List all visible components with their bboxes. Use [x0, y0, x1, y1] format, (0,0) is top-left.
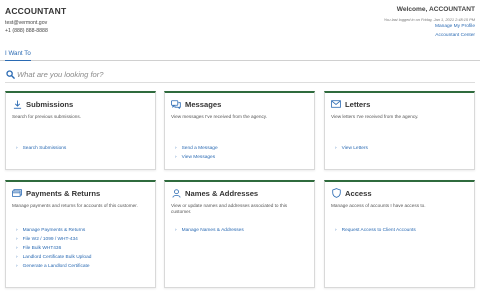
payment-icon: [12, 188, 22, 198]
chevron-right-icon: ›: [16, 246, 18, 251]
search-icon: [6, 70, 15, 79]
chevron-right-icon: ›: [175, 228, 177, 233]
request-access-link[interactable]: › Request Access to Client Accounts: [335, 226, 416, 235]
chat-icon: [171, 99, 181, 109]
card-names-addresses: Names & Addresses View or update names a…: [164, 180, 315, 288]
search-bar: [5, 67, 475, 83]
account-phone: +1 (888) 888-8888: [5, 28, 48, 34]
chevron-right-icon: ›: [16, 237, 18, 242]
search-input[interactable]: [17, 68, 457, 81]
send-message-link[interactable]: › Send a Message: [175, 144, 218, 153]
shield-icon: [331, 188, 341, 198]
chevron-right-icon: ›: [16, 228, 18, 233]
card-title: Submissions: [26, 99, 74, 109]
page-header: ACCOUNTANT test@vermont.gov +1 (888) 888…: [0, 0, 480, 40]
manage-payments-link[interactable]: › Manage Payments & Returns: [16, 226, 91, 235]
card-description: View messages I've received from the age…: [171, 114, 268, 119]
card-title: Access: [345, 188, 372, 198]
file-bulk-wht436-link[interactable]: › File Bulk WHT436: [16, 244, 91, 253]
card-payments-returns: Payments & Returns Manage payments and r…: [5, 180, 156, 288]
tab-bar: I Want To: [0, 49, 480, 61]
last-login-text: You last logged in on Friday, Jan 1, 202…: [383, 17, 475, 22]
accountant-center-link[interactable]: Accountant Center: [435, 33, 475, 38]
card-title: Letters: [345, 99, 371, 109]
card-messages: Messages View messages I've received fro…: [164, 91, 315, 170]
generate-landlord-certificate-link[interactable]: › Generate a Landlord Certificate: [16, 262, 91, 271]
chevron-right-icon: ›: [16, 264, 18, 269]
account-title: ACCOUNTANT: [5, 6, 67, 16]
envelope-icon: [331, 99, 341, 109]
tab-i-want-to[interactable]: I Want To: [5, 50, 31, 61]
card-title: Messages: [185, 99, 222, 109]
chevron-right-icon: ›: [335, 146, 337, 151]
person-icon: [171, 188, 181, 198]
card-submissions: Submissions Search for previous submissi…: [5, 91, 156, 170]
chevron-right-icon: ›: [16, 146, 18, 151]
chevron-right-icon: ›: [175, 146, 177, 151]
welcome-text: Welcome, ACCOUNTANT: [396, 6, 475, 13]
view-letters-link[interactable]: › View Letters: [335, 144, 368, 153]
card-description: Manage access of accounts I have access …: [331, 203, 426, 208]
chevron-right-icon: ›: [335, 228, 337, 233]
file-w2-link[interactable]: › File W2 / 1099 / WHT-434: [16, 235, 91, 244]
card-description: Manage payments and returns for accounts…: [12, 203, 138, 208]
card-description: View or update names and addresses assoc…: [171, 203, 288, 214]
chevron-right-icon: ›: [175, 155, 177, 160]
search-submissions-link[interactable]: › Search Submissions: [16, 144, 66, 153]
card-title: Names & Addresses: [185, 188, 259, 198]
card-letters: Letters View letters I've received from …: [324, 91, 475, 170]
manage-profile-link[interactable]: Manage My Profile: [435, 24, 475, 29]
card-description: Search for previous submissions.: [12, 114, 82, 119]
card-access: Access Manage access of accounts I have …: [324, 180, 475, 288]
view-messages-link[interactable]: › View Messages: [175, 153, 218, 162]
download-icon: [12, 99, 22, 109]
chevron-right-icon: ›: [16, 255, 18, 260]
landlord-bulk-upload-link[interactable]: › Landlord Certificate Bulk Upload: [16, 253, 91, 262]
card-title: Payments & Returns: [26, 188, 101, 198]
card-description: View letters I've received from the agen…: [331, 114, 419, 119]
manage-names-addresses-link[interactable]: › Manage Names & Addresses: [175, 226, 244, 235]
account-email: test@vermont.gov: [5, 20, 48, 26]
